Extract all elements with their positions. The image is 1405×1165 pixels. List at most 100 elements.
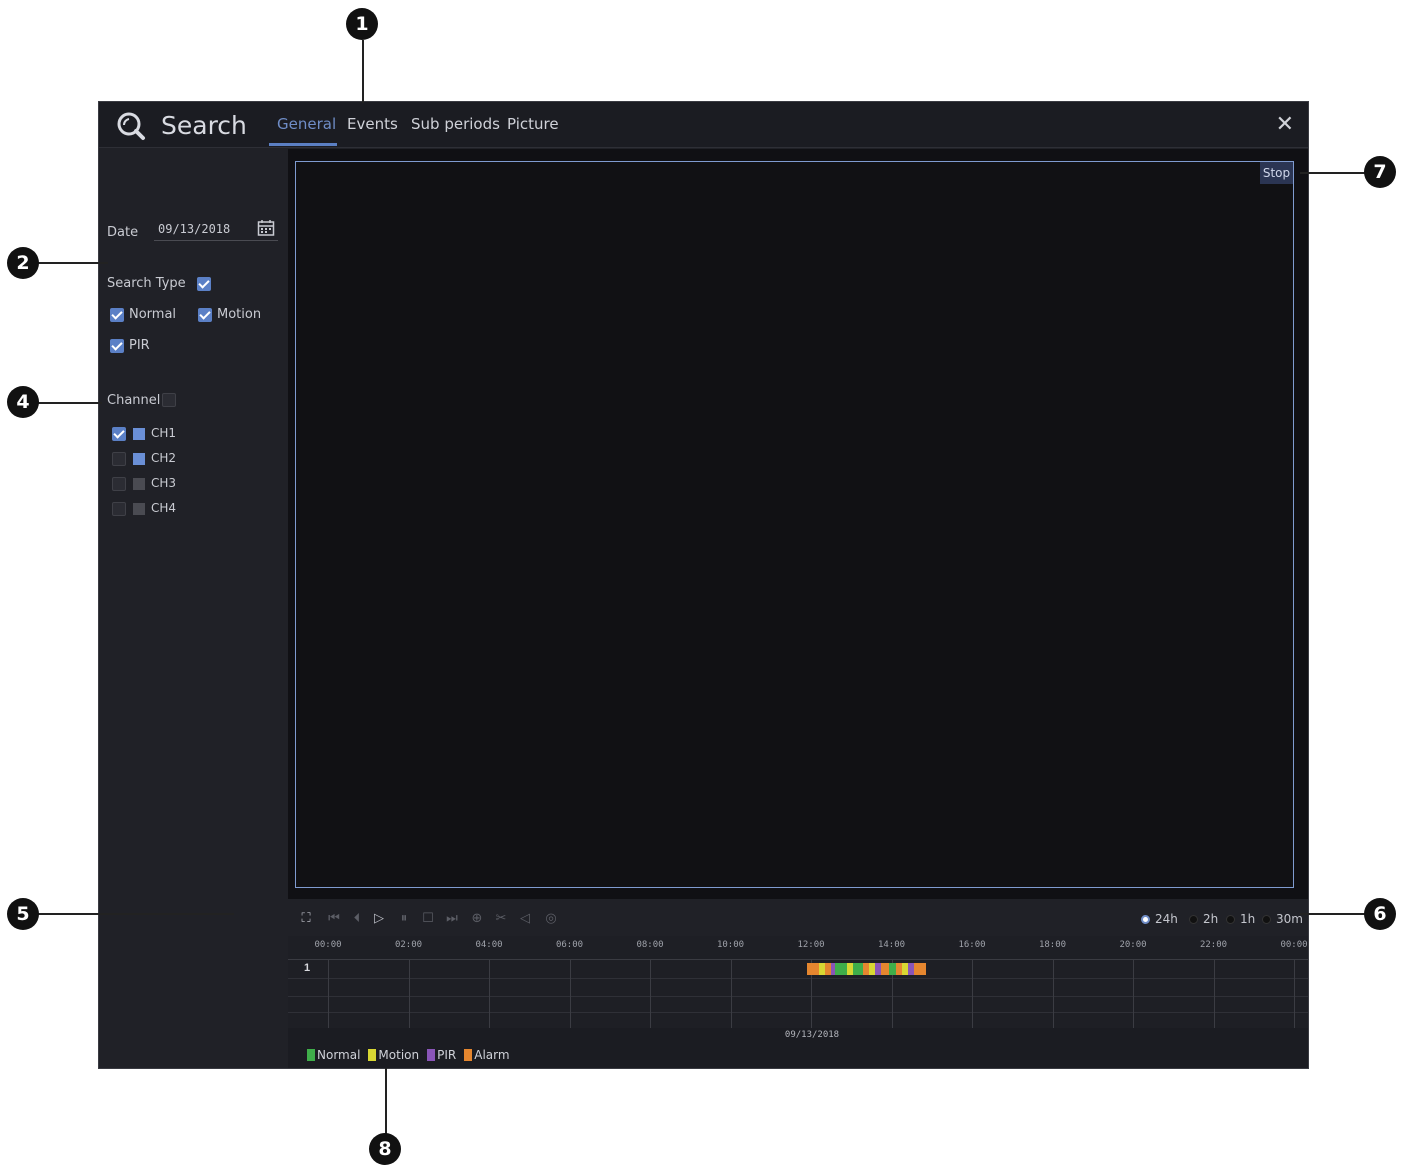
timeline-tick-label: 10:00: [716, 940, 745, 950]
callout-2: 2: [7, 247, 39, 279]
search-icon: [117, 112, 145, 140]
tab-general[interactable]: General: [277, 115, 336, 133]
header: Search General Events Sub periods Pictur…: [99, 102, 1308, 148]
zoom-2h[interactable]: 2h: [1189, 912, 1218, 926]
stop-button[interactable]: Stop: [1260, 162, 1293, 184]
legend-swatch: [307, 1049, 315, 1061]
fast-forward-icon[interactable]: ⏭: [443, 910, 461, 928]
ch4-checkbox[interactable]: [112, 502, 126, 516]
legend-item: PIR: [427, 1048, 456, 1062]
pause-icon[interactable]: ⏸: [395, 910, 413, 928]
timeline-record-segment[interactable]: [835, 963, 848, 975]
snapshot-icon[interactable]: ⊕: [468, 910, 486, 928]
search-window: Search General Events Sub periods Pictur…: [98, 101, 1309, 1069]
playback-controls: ⛶ ⏮ ⏴ ▷ ⏸ ☐ ⏭ ⊕ ✂ ◁ ◎ 24h 2h 1h 30m: [288, 902, 1308, 936]
timeline-gridline: [1133, 960, 1134, 1028]
tab-sub-periods[interactable]: Sub periods: [411, 115, 500, 133]
timeline-record-segment[interactable]: [913, 963, 926, 975]
legend-label: Motion: [378, 1048, 420, 1062]
radio-selected-icon: [1141, 915, 1150, 924]
ch2-checkbox[interactable]: [112, 452, 126, 466]
ch1-checkbox[interactable]: [112, 427, 126, 441]
legend-swatch: [464, 1049, 473, 1061]
timeline-gridline: [489, 960, 490, 1028]
legend-label: Alarm: [474, 1048, 510, 1062]
callout-1: 1: [346, 8, 378, 40]
calendar-icon[interactable]: [257, 219, 275, 237]
timeline-tick-label: 00:00: [1280, 940, 1308, 950]
legend: Normal Motion PIR Alarm: [307, 1048, 510, 1062]
timeline-row-divider: [288, 1012, 1308, 1013]
tab-events[interactable]: Events: [347, 115, 398, 133]
timeline-gridline: [972, 960, 973, 1028]
legend-label: PIR: [437, 1048, 457, 1062]
timeline-record-segment[interactable]: [806, 963, 820, 975]
ch1-color: [133, 428, 145, 440]
record-icon[interactable]: ◎: [542, 910, 560, 928]
legend-swatch: [427, 1049, 436, 1061]
ch4-color: [133, 503, 145, 515]
timeline-date: 09/13/2018: [784, 1030, 840, 1040]
pir-label: PIR: [129, 338, 150, 353]
channel-all-checkbox[interactable]: [162, 393, 176, 407]
fullscreen-icon[interactable]: ⛶: [297, 910, 315, 928]
timeline-record-segment[interactable]: [853, 963, 864, 975]
radio-icon: [1189, 915, 1198, 924]
timeline-ruler: 00:00 02:00 04:00 06:00 08:00 10:00 12:00 14:00…: [288, 936, 1308, 960]
video-player[interactable]: Stop: [295, 161, 1294, 888]
video-area: Stop: [288, 149, 1308, 899]
timeline-tick-label: 18:00: [1038, 940, 1067, 950]
timeline-gridline: [1213, 960, 1215, 1028]
legend-label: Normal: [317, 1048, 361, 1062]
step-back-icon[interactable]: ⏴: [348, 910, 366, 928]
timeline[interactable]: 00:00 02:00 04:00 06:00 08:00 10:00 12:00 14:00…: [288, 936, 1308, 1028]
stop-icon[interactable]: ☐: [419, 910, 437, 928]
legend-item: Normal: [307, 1048, 360, 1062]
normal-checkbox[interactable]: [110, 308, 124, 322]
zoom-24h[interactable]: 24h: [1141, 912, 1178, 926]
timeline-footer: 09/13/2018 Normal Motion PIR Alarm: [288, 1028, 1308, 1068]
timeline-tick-label: 06:00: [555, 940, 584, 950]
timeline-tick-label: 04:00: [475, 940, 503, 950]
play-icon[interactable]: ▷: [370, 910, 388, 928]
callout-4: 4: [7, 386, 39, 418]
search-type-label: Search Type: [107, 276, 186, 291]
timeline-tick-label: 16:00: [958, 940, 986, 950]
timeline-tick-label: 14:00: [877, 940, 906, 950]
ch3-checkbox[interactable]: [112, 477, 126, 491]
callout-6: 6: [1364, 898, 1396, 930]
ch2-label: CH2: [151, 451, 177, 465]
timeline-gridline: [328, 960, 329, 1028]
timeline-tick-label: 12:00: [797, 940, 825, 950]
close-button[interactable]: ✕: [1276, 111, 1294, 137]
timeline-record-segment[interactable]: [881, 963, 890, 975]
timeline-tick-label: 02:00: [394, 940, 423, 950]
legend-item: Motion: [368, 1048, 419, 1062]
tab-picture[interactable]: Picture: [507, 115, 559, 133]
radio-icon: [1226, 915, 1235, 924]
volume-icon[interactable]: ◁: [516, 910, 534, 928]
channel-label: Channel: [107, 393, 161, 408]
pir-checkbox[interactable]: [110, 339, 124, 353]
motion-label: Motion: [217, 307, 262, 322]
left-panel: Date 09/13/2018 Search Type Normal Motio…: [99, 149, 288, 1068]
ch2-color: [133, 453, 145, 465]
ch4-label: CH4: [151, 501, 177, 515]
timeline-tick-label: 08:00: [636, 940, 664, 950]
clip-icon[interactable]: ✂: [492, 910, 510, 928]
timeline-tick-label: 22:00: [1199, 940, 1228, 950]
radio-icon: [1262, 915, 1271, 924]
search-type-all-checkbox[interactable]: [197, 277, 211, 291]
zoom-30m[interactable]: 30m: [1262, 912, 1303, 926]
rewind-icon[interactable]: ⏮: [325, 910, 343, 928]
zoom-1h[interactable]: 1h: [1226, 912, 1255, 926]
timeline-row-divider: [288, 978, 1308, 979]
normal-label: Normal: [129, 307, 177, 322]
active-tab-indicator: [269, 143, 337, 146]
callout-7: 7: [1364, 156, 1396, 188]
date-label: Date: [107, 225, 139, 240]
page-title: Search: [161, 111, 247, 140]
ch3-color: [133, 478, 145, 490]
motion-checkbox[interactable]: [198, 308, 212, 322]
timeline-tick-label: 20:00: [1119, 940, 1147, 950]
